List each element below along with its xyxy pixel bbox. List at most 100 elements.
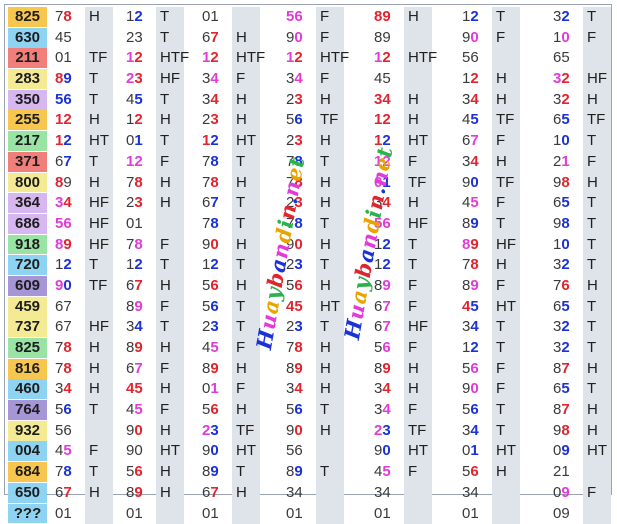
pattern-code: H [496, 256, 507, 274]
digit-pair: 67 [53, 483, 89, 503]
stats-column-7: 32 T 10 F 65 32 HF 32 H 65 TF 10 T 21 F 98 H 65 T 98 T 10 T 32 T… [551, 7, 611, 524]
pattern-code: H [408, 90, 419, 108]
digit: 5 [561, 380, 570, 398]
stats-column-4: 56 F 90 F 12 HTF 34 F 23 H 56 TF 23 H 78 T 78 H 23 H 78 T 90 H 2… [284, 7, 349, 524]
pattern-code: H [236, 28, 247, 46]
digit: 8 [63, 8, 72, 25]
digit-pair: 56 [200, 400, 236, 420]
digit: 4 [134, 318, 143, 336]
digit-pair: 34 [372, 379, 408, 399]
stat-cell: 45 F [124, 400, 184, 420]
digit-pair: 10 [551, 28, 587, 48]
digit: 1 [134, 132, 143, 150]
stat-cell: 65 T [551, 193, 611, 213]
pattern-code: TF [408, 421, 427, 439]
digit: 6 [294, 8, 303, 25]
digit: 3 [210, 111, 219, 129]
stat-cell: 56 H [460, 462, 520, 482]
stat-cell: 12 HTF [124, 48, 189, 68]
pattern-code: T [236, 194, 246, 212]
stat-cell: 34 H [200, 90, 260, 110]
digit-pair: 09 [551, 483, 587, 503]
digit: 0 [202, 504, 211, 522]
digit: 2 [561, 339, 570, 356]
draw-label: 825 [8, 338, 47, 358]
digit: 5 [470, 194, 479, 212]
digit-pair: 56 [460, 359, 496, 379]
stat-cell: 12 F [124, 152, 184, 172]
pattern-code: HF [89, 194, 109, 212]
pattern-code: F [236, 339, 246, 356]
digit-pair: 34 [53, 193, 89, 213]
stat-cell: 32 T [551, 7, 611, 27]
digit-pair: 12 [124, 7, 160, 27]
stat-cell: 45 HT [284, 297, 344, 317]
digit: 4 [294, 70, 303, 88]
digit: 0 [553, 504, 562, 522]
digit: 2 [134, 8, 143, 25]
pattern-code: F [320, 28, 330, 46]
digit: 0 [134, 442, 143, 460]
stat-cell: 56 HF [53, 214, 113, 234]
digit: 6 [294, 111, 303, 129]
pattern-code: HT [408, 442, 428, 460]
digit: 9 [63, 70, 72, 88]
digit: 5 [382, 70, 391, 88]
pattern-code: H [587, 401, 598, 419]
pattern-code: T [89, 256, 99, 274]
digit: 2 [63, 111, 72, 129]
digit: 0 [462, 504, 471, 522]
digit-pair: 12 [124, 48, 160, 68]
stat-cell: 01 [53, 504, 113, 524]
stat-cell: 89 H [284, 359, 344, 379]
stat-cell: 98 H [551, 173, 611, 193]
digit-pair: 23 [124, 28, 160, 48]
digit: 6 [470, 401, 479, 419]
digit: 3 [134, 28, 143, 46]
digit-pair: 34 [200, 69, 236, 89]
pattern-code: F [496, 359, 506, 377]
digit: 1 [210, 504, 219, 522]
digit-pair: 01 [460, 441, 496, 461]
digit: 8 [63, 359, 72, 377]
stat-cell: 67 F [124, 359, 184, 379]
stat-cell: 34 H [372, 379, 432, 399]
pattern-code: F [496, 380, 506, 398]
pattern-code: T [320, 318, 330, 336]
digit: 7 [63, 152, 72, 170]
digit-pair: 32 [551, 255, 587, 275]
pattern-code: H [160, 276, 171, 294]
digit: 3 [210, 421, 219, 439]
digit: 5 [561, 297, 570, 315]
digit: 0 [382, 442, 391, 460]
stat-cell: 01 [200, 504, 260, 524]
digit: 8 [210, 173, 219, 191]
digit: 3 [294, 132, 303, 150]
pattern-code: HT [408, 132, 428, 150]
digit-pair: 67 [53, 317, 89, 337]
pattern-code: T [89, 463, 99, 481]
digit-pair: 23 [200, 317, 236, 337]
digit: 0 [294, 28, 303, 46]
stat-cell: 34 T [460, 421, 520, 441]
digit: 9 [210, 463, 219, 481]
pattern-code: T [160, 90, 170, 108]
stat-cell: 45 F [460, 193, 520, 213]
stat-cell: 21 [551, 462, 611, 482]
stat-cell: 78 F [124, 235, 184, 255]
digit-pair: 01 [460, 504, 496, 524]
digit-pair: 56 [53, 400, 89, 420]
stat-cell: 01 [284, 504, 344, 524]
digit-pair: 89 [284, 359, 320, 379]
digit-pair: 01 [200, 379, 236, 399]
pattern-code: TF [89, 276, 108, 294]
stat-cell: 78 H [53, 359, 113, 379]
stat-cell: 32 H [551, 90, 611, 110]
pattern-code: T [587, 318, 597, 336]
draw-label: 686 [8, 213, 47, 234]
draw-label: 630 [8, 27, 47, 48]
draw-number-column: 825 630 211 283 350 255 217 371 800 364 686 918 720 6… [8, 7, 47, 524]
digit-pair: 67 [53, 152, 89, 172]
stat-cell: 23 T [200, 317, 260, 337]
pattern-code: T [236, 318, 246, 336]
